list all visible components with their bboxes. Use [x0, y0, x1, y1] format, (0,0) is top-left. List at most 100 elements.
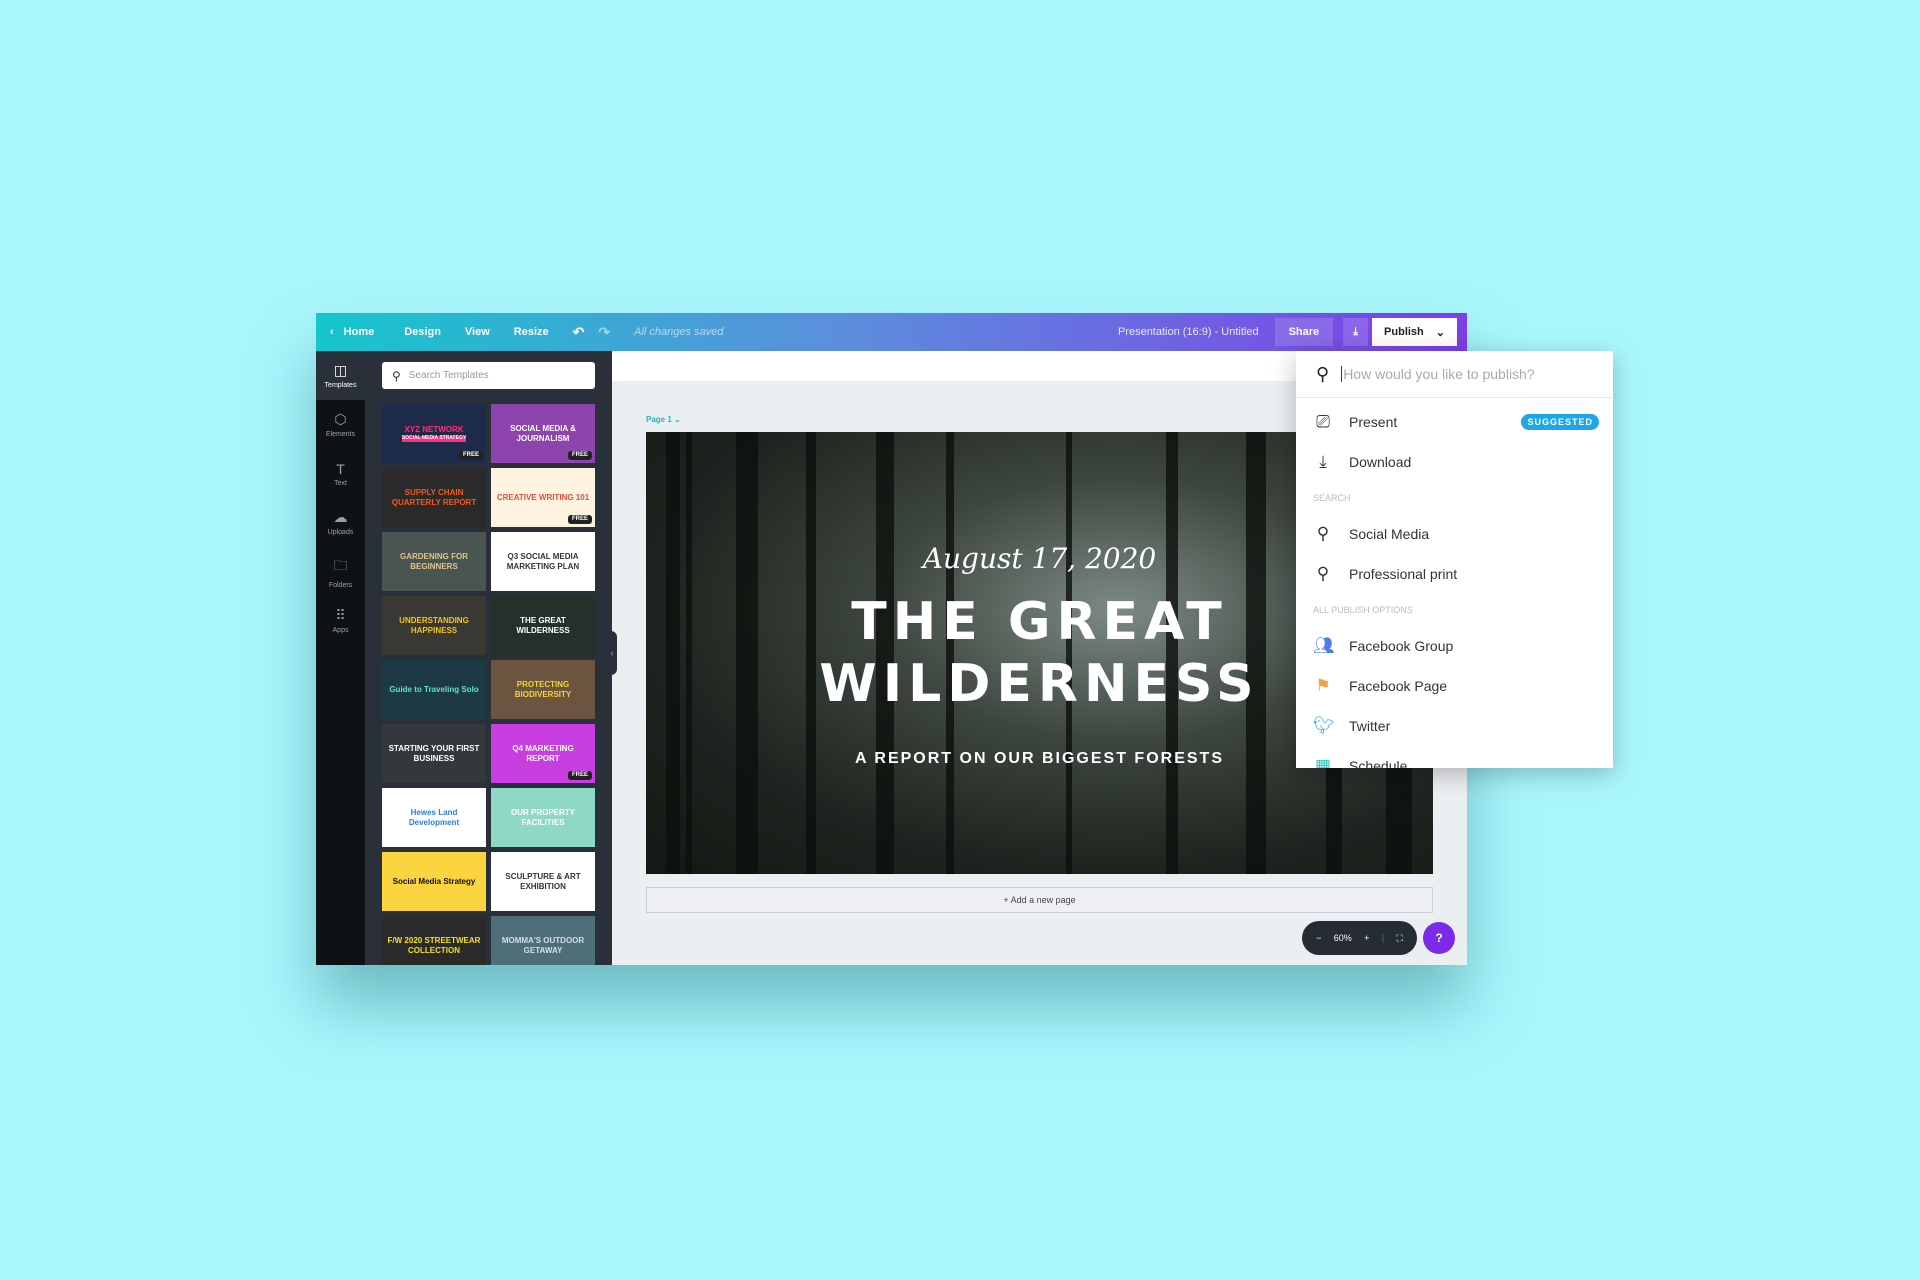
tree-trunk — [946, 432, 954, 874]
template-title: GARDENING FOR BEGINNERS — [400, 552, 468, 571]
template-title: CREATIVE WRITING 101 — [496, 492, 590, 502]
presentation-icon: ⎚ — [1316, 412, 1330, 431]
template-thumbnail[interactable]: SCULPTURE & ART EXHIBITION — [491, 852, 595, 911]
sidebar-item-templates[interactable]: ◫ Templates — [316, 351, 365, 400]
free-badge: FREE — [458, 451, 483, 460]
tree-trunk — [1066, 432, 1072, 874]
home-button[interactable]: ‹ Home — [330, 326, 374, 338]
calendar-icon: ▦ — [1314, 756, 1332, 768]
template-title: PROTECTING BIODIVERSITY — [514, 680, 572, 699]
template-title: MOMMA'S OUTDOOR GETAWAY — [501, 936, 585, 955]
view-menu[interactable]: View — [465, 326, 490, 338]
tree-trunk — [1246, 432, 1266, 874]
flag-icon: ⚑ — [1315, 676, 1331, 695]
template-thumbnail[interactable]: Q4 MARKETING REPORT FREE — [491, 724, 595, 783]
template-thumbnail[interactable]: UNDERSTANDING HAPPINESS — [382, 596, 486, 655]
free-badge: FREE — [567, 515, 592, 524]
free-badge: FREE — [567, 451, 592, 460]
template-title: THE GREAT WILDERNESS — [516, 616, 570, 635]
template-title: XYZ NETWORK SOCIAL MEDIA STRATEGY — [401, 425, 467, 442]
chevron-left-icon: ‹ — [330, 326, 334, 338]
facebook-group-icon: 👥︎ — [1313, 636, 1335, 655]
section-header-search: SEARCH — [1313, 493, 1351, 503]
page-label[interactable]: Page 1 ⌄ — [646, 415, 681, 424]
template-title: SCULPTURE & ART EXHIBITION — [505, 872, 581, 891]
sidebar-rail: ◫ Templates ⬡ Elements T Text ☁ Uploads 🗀︎ Folder… — [316, 351, 365, 965]
template-title: UNDERSTANDING HAPPINESS — [399, 616, 469, 635]
template-thumbnail[interactable]: MOMMA'S OUTDOOR GETAWAY — [491, 916, 595, 965]
template-grid: XYZ NETWORK SOCIAL MEDIA STRATEGY FREE SOCI… — [382, 404, 595, 965]
publish-option-facebook-page[interactable]: ⚑ Facebook Page — [1296, 666, 1613, 706]
tree-trunk — [686, 432, 692, 874]
sidebar-item-uploads[interactable]: ☁ Uploads — [316, 498, 365, 547]
sidebar-item-folders[interactable]: 🗀︎ Folders — [316, 547, 365, 596]
publish-search-input[interactable]: ⚲ How would you like to publish? — [1296, 351, 1613, 398]
publish-option-download[interactable]: ⤓ Download — [1296, 442, 1613, 482]
sidebar-item-elements[interactable]: ⬡ Elements — [316, 400, 365, 449]
apps-grid-icon: ⠿ — [335, 607, 346, 623]
zoom-controls: − 60% + | ⛶ — [1302, 921, 1417, 955]
twitter-icon: 🐦︎ — [1313, 716, 1335, 735]
suggested-badge: SUGGESTED — [1521, 414, 1599, 430]
add-page-button[interactable]: + Add a new page — [646, 887, 1433, 913]
tree-trunk — [1166, 432, 1178, 874]
templates-panel: ⚲ Search Templates XYZ NETWORK SOCIAL MED… — [365, 351, 612, 965]
editor-window: ‹ Home Design View Resize ↶ ↷ All changes… — [316, 313, 1467, 965]
zoom-out-button[interactable]: − — [1316, 933, 1321, 943]
zoom-level: 60% — [1333, 933, 1352, 943]
template-title: F/W 2020 STREETWEAR COLLECTION — [387, 936, 481, 955]
template-thumbnail[interactable]: F/W 2020 STREETWEAR COLLECTION — [382, 916, 486, 965]
download-icon[interactable]: ⤓ — [1343, 318, 1369, 346]
design-menu[interactable]: Design — [404, 326, 441, 338]
publish-option-present[interactable]: ⎚ Present SUGGESTED — [1296, 402, 1613, 442]
fullscreen-icon[interactable]: ⛶ — [1397, 933, 1403, 944]
publish-option-schedule[interactable]: ▦ Schedule — [1296, 746, 1613, 768]
publish-button[interactable]: Publish ⌄ — [1372, 318, 1457, 346]
template-thumbnail[interactable]: OUR PROPERTY FACILITIES — [491, 788, 595, 847]
layout-icon: ◫ — [333, 362, 348, 378]
share-button[interactable]: Share — [1274, 318, 1334, 346]
template-thumbnail[interactable]: XYZ NETWORK SOCIAL MEDIA STRATEGY FREE — [382, 404, 486, 463]
publish-option-social-media[interactable]: ⚲ Social Media — [1296, 514, 1613, 554]
sidebar-item-text[interactable]: T Text — [316, 449, 365, 498]
folder-icon: 🗀︎ — [333, 556, 348, 573]
section-header-all: ALL PUBLISH OPTIONS — [1313, 605, 1413, 615]
template-title: SUPPLY CHAIN QUARTERLY REPORT — [391, 488, 477, 507]
publish-option-twitter[interactable]: 🐦︎ Twitter — [1296, 706, 1613, 746]
template-title: Hewes Land Development — [408, 808, 460, 827]
template-thumbnail[interactable]: Hewes Land Development — [382, 788, 486, 847]
free-badge: FREE — [567, 771, 592, 780]
template-title: Guide to Traveling Solo — [389, 684, 479, 694]
template-thumbnail[interactable]: CREATIVE WRITING 101 FREE — [491, 468, 595, 527]
redo-icon[interactable]: ↷ — [598, 324, 610, 341]
shapes-icon: ⬡ — [334, 411, 347, 427]
template-search-input[interactable]: ⚲ Search Templates — [382, 362, 595, 389]
zoom-in-button[interactable]: + — [1364, 933, 1369, 943]
help-button[interactable]: ? — [1423, 922, 1455, 954]
template-thumbnail[interactable]: Guide to Traveling Solo — [382, 660, 486, 719]
template-title: OUR PROPERTY FACILITIES — [510, 808, 575, 827]
cloud-upload-icon: ☁ — [333, 509, 348, 525]
template-thumbnail[interactable]: Social Media Strategy — [382, 852, 486, 911]
template-thumbnail[interactable]: GARDENING FOR BEGINNERS — [382, 532, 486, 591]
tree-trunk — [806, 432, 816, 874]
template-thumbnail[interactable]: Q3 SOCIAL MEDIA MARKETING PLAN — [491, 532, 595, 591]
sidebar-item-apps[interactable]: ⠿ Apps — [316, 596, 365, 645]
resize-menu[interactable]: Resize — [514, 326, 549, 338]
template-thumbnail[interactable]: STARTING YOUR FIRST BUSINESS — [382, 724, 486, 783]
publish-option-facebook-group[interactable]: 👥︎ Facebook Group — [1296, 626, 1613, 666]
undo-icon[interactable]: ↶ — [573, 324, 585, 341]
document-title[interactable]: Presentation (16:9) - Untitled — [1118, 326, 1259, 338]
chevron-down-icon: ⌄ — [1435, 326, 1445, 339]
tree-trunk — [736, 432, 758, 874]
publish-dropdown: ⚲ How would you like to publish? ⎚ Presen… — [1296, 351, 1613, 768]
template-title: STARTING YOUR FIRST BUSINESS — [388, 744, 480, 763]
search-icon: ⚲ — [392, 368, 401, 383]
template-thumbnail[interactable]: PROTECTING BIODIVERSITY — [491, 660, 595, 719]
template-thumbnail[interactable]: THE GREAT WILDERNESS — [491, 596, 595, 655]
publish-option-professional-print[interactable]: ⚲ Professional print — [1296, 554, 1613, 594]
search-icon: ⚲ — [1316, 564, 1330, 583]
template-thumbnail[interactable]: SUPPLY CHAIN QUARTERLY REPORT — [382, 468, 486, 527]
collapse-panel-handle[interactable]: ‹ — [607, 631, 617, 675]
template-thumbnail[interactable]: SOCIAL MEDIA & JOURNALISM FREE — [491, 404, 595, 463]
